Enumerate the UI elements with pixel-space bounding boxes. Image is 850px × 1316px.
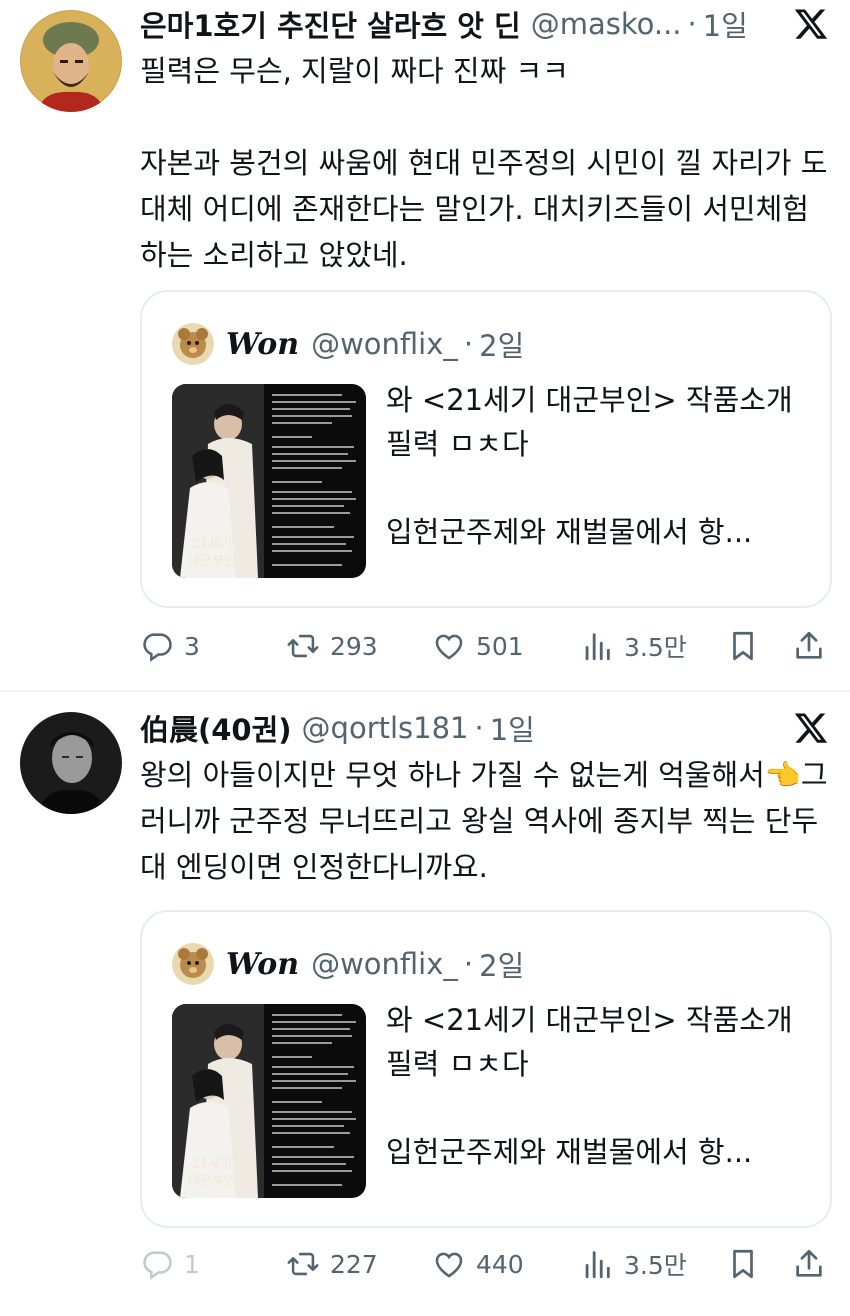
author-handle[interactable]: @masko... — [531, 7, 682, 41]
reply-button[interactable]: 1 — [140, 1244, 200, 1284]
action-bar: 1 227 440 3.5만 — [140, 1244, 830, 1284]
views-count: 3.5만 — [624, 633, 687, 662]
x-logo-icon — [794, 713, 828, 743]
heart-icon — [435, 634, 463, 660]
views-count: 3.5만 — [624, 1251, 687, 1280]
retweet-icon — [287, 634, 319, 658]
quote-timestamp: 2일 — [479, 949, 525, 983]
bookmark-icon — [733, 1249, 753, 1279]
retweet-button[interactable]: 227 — [286, 1244, 378, 1284]
poster-title: 21세기 — [192, 1157, 232, 1172]
author-name[interactable]: 은마1호기 추진단 살라흐 앗 딘 — [140, 3, 521, 45]
quote-text: 와 <21세기 대군부인> 작품소개 필력 ㅁㅊ다 입헌군주제와 재벌물에서 항… — [386, 383, 793, 549]
quote-media-thumbnail[interactable]: 21세기 대군부인 — [172, 1004, 366, 1198]
reply-icon — [143, 633, 172, 662]
reply-icon — [143, 1251, 172, 1280]
separator-dot: · — [463, 327, 474, 361]
avatar[interactable] — [20, 712, 122, 814]
quote-tweet[interactable]: Won @wonflix_ · 2일 21세기 대군부인 와 <21세기 대군부… — [140, 290, 832, 608]
tweet[interactable]: 伯晨(40권) @qortls181 · 1일 왕의 아들이지만 무엇 하나 가… — [0, 692, 850, 1316]
separator-dot: · — [687, 7, 697, 41]
timestamp[interactable]: 1일 — [490, 707, 535, 749]
tweet-text: 왕의 아들이지만 무엇 하나 가질 수 없는게 억울해서👈그러니까 군주정 무너… — [140, 758, 828, 884]
tweet-header: 은마1호기 추진단 살라흐 앗 딘 @masko... · 1일 — [140, 4, 830, 44]
poster-title: 대군부인 — [188, 1174, 236, 1189]
views-icon — [585, 633, 610, 661]
bookmark-button[interactable] — [726, 1244, 760, 1284]
quote-author-name: Won — [226, 326, 300, 362]
x-logo-icon — [794, 9, 828, 39]
avatar[interactable] — [20, 10, 122, 112]
quote-avatar — [172, 943, 214, 985]
quote-tweet[interactable]: Won @wonflix_ · 2일 21세기 대군부인 와 <21세기 대군부… — [140, 910, 832, 1228]
quote-author-handle: @wonflix_ — [311, 947, 458, 981]
reply-count: 1 — [184, 1249, 200, 1279]
quote-header: Won @wonflix_ · 2일 — [172, 322, 524, 366]
quote-timestamp: 2일 — [479, 329, 525, 363]
bookmark-icon — [733, 631, 753, 661]
share-button[interactable] — [792, 1244, 826, 1284]
reply-count: 3 — [184, 631, 200, 661]
share-icon — [796, 631, 822, 659]
retweet-icon — [287, 1252, 319, 1276]
heart-icon — [435, 1252, 463, 1278]
retweet-count: 293 — [330, 631, 378, 661]
quote-avatar — [172, 323, 214, 365]
quote-media-thumbnail[interactable]: 21세기 대군부인 — [172, 384, 366, 578]
like-count: 501 — [476, 631, 524, 661]
bookmark-button[interactable] — [726, 626, 760, 666]
share-button[interactable] — [792, 626, 826, 666]
separator-dot: · — [463, 947, 474, 981]
poster-title: 21세기 — [192, 537, 232, 552]
retweet-button[interactable]: 293 — [286, 626, 378, 666]
views-icon — [585, 1251, 610, 1279]
timestamp[interactable]: 1일 — [703, 3, 748, 45]
tweet-text: 필력은 무슨, 지랄이 짜다 진짜 ㅋㅋ 자본과 봉건의 싸움에 현대 민주정의… — [140, 54, 828, 272]
quote-header: Won @wonflix_ · 2일 — [172, 942, 524, 986]
like-button[interactable]: 501 — [432, 626, 524, 666]
author-name[interactable]: 伯晨(40권) — [140, 707, 292, 749]
tweet-header: 伯晨(40권) @qortls181 · 1일 — [140, 708, 830, 748]
quote-author-handle: @wonflix_ — [311, 327, 458, 361]
quote-text: 와 <21세기 대군부인> 작품소개 필력 ㅁㅊ다 입헌군주제와 재벌물에서 항… — [386, 1003, 793, 1169]
tweet[interactable]: 은마1호기 추진단 살라흐 앗 딘 @masko... · 1일 필력은 무슨,… — [0, 0, 850, 690]
views-button[interactable]: 3.5만 — [580, 1244, 687, 1284]
reply-button[interactable]: 3 — [140, 626, 200, 666]
like-count: 440 — [476, 1249, 524, 1279]
like-button[interactable]: 440 — [432, 1244, 524, 1284]
quote-author-name: Won — [226, 946, 300, 982]
retweet-count: 227 — [330, 1249, 378, 1279]
action-bar: 3 293 501 3.5만 — [140, 626, 830, 666]
author-handle[interactable]: @qortls181 — [302, 711, 469, 745]
views-button[interactable]: 3.5만 — [580, 626, 687, 666]
poster-title: 대군부인 — [188, 554, 236, 569]
share-icon — [796, 1249, 822, 1277]
separator-dot: · — [474, 711, 484, 745]
